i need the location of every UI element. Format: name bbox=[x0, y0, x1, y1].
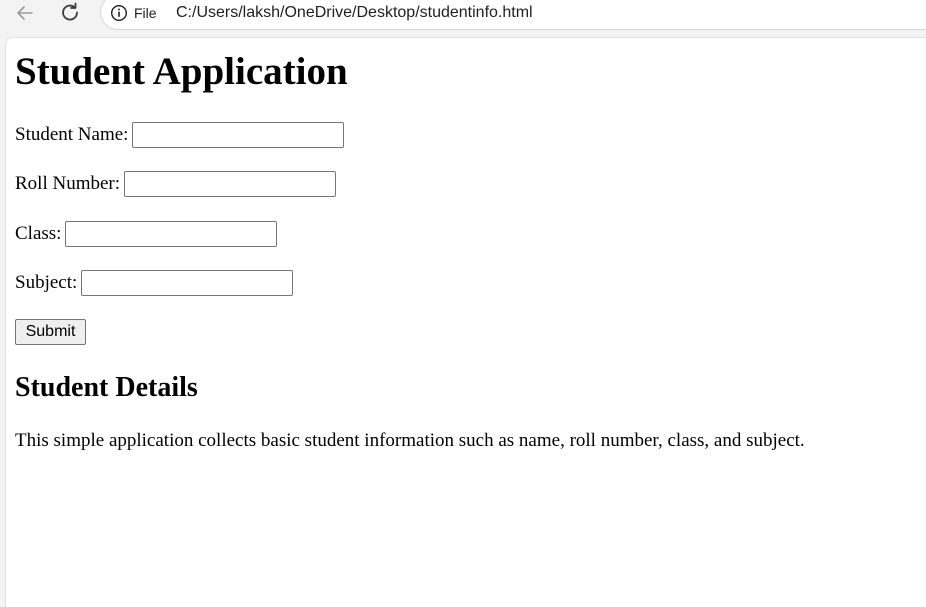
subject-row: Subject: bbox=[15, 270, 294, 296]
url-text[interactable]: C:/Users/laksh/OneDrive/Desktop/studenti… bbox=[176, 2, 533, 24]
class-row: Class: bbox=[15, 221, 278, 247]
reload-button[interactable] bbox=[55, 0, 85, 26]
roll-number-input[interactable] bbox=[124, 171, 337, 197]
subject-input[interactable] bbox=[81, 270, 294, 296]
roll-number-label: Roll Number: bbox=[15, 173, 121, 194]
info-icon bbox=[110, 4, 128, 22]
reload-icon bbox=[62, 2, 78, 21]
site-info-button[interactable]: File bbox=[110, 2, 157, 24]
subject-label: Subject: bbox=[15, 272, 78, 293]
back-button[interactable] bbox=[10, 0, 40, 26]
page-content: Student Application Student Name: Roll N… bbox=[5, 37, 926, 607]
address-bar[interactable]: File C:/Users/laksh/OneDrive/Desktop/stu… bbox=[100, 0, 926, 30]
back-arrow-icon bbox=[17, 6, 33, 20]
page-title: Student Application bbox=[15, 50, 348, 93]
site-info-label: File bbox=[134, 5, 157, 21]
details-heading: Student Details bbox=[15, 372, 198, 403]
details-text: This simple application collects basic s… bbox=[15, 430, 805, 451]
student-name-label: Student Name: bbox=[15, 124, 129, 145]
browser-toolbar: File C:/Users/laksh/OneDrive/Desktop/stu… bbox=[0, 0, 926, 36]
roll-number-row: Roll Number: bbox=[15, 171, 337, 197]
student-name-row: Student Name: bbox=[15, 122, 345, 148]
student-name-input[interactable] bbox=[132, 122, 345, 148]
submit-button[interactable]: Submit bbox=[15, 319, 86, 345]
class-label: Class: bbox=[15, 223, 62, 244]
class-input[interactable] bbox=[65, 221, 278, 247]
